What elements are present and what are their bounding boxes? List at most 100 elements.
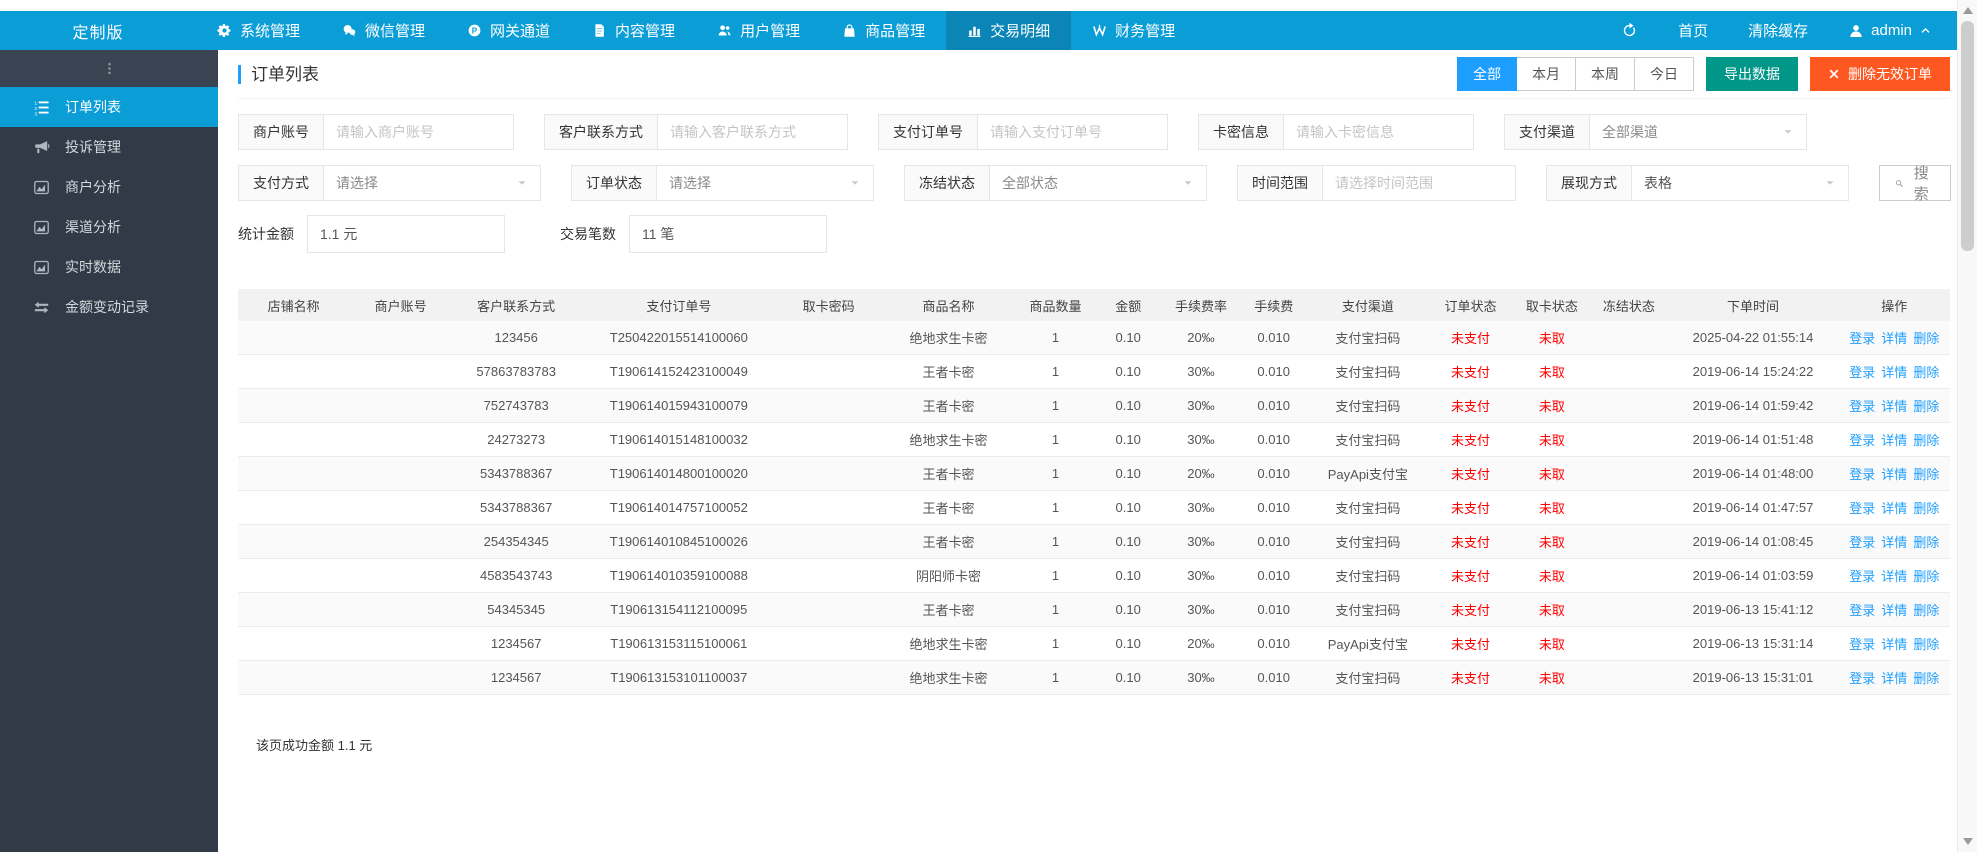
sidebar-item-complaints[interactable]: 投诉管理 (0, 127, 218, 167)
nav-item-label: 网关通道 (490, 23, 551, 40)
login-link[interactable]: 登录 (1849, 569, 1875, 584)
range-all-button[interactable]: 全部 (1457, 57, 1517, 91)
login-link[interactable]: 登录 (1849, 671, 1875, 686)
delete-link[interactable]: 删除 (1913, 433, 1939, 448)
delete-link[interactable]: 删除 (1913, 501, 1939, 516)
freeze-status-select[interactable]: 全部状态 (990, 166, 1206, 200)
login-link[interactable]: 登录 (1849, 433, 1875, 448)
nav-item-system[interactable]: 系统管理 (196, 11, 321, 50)
cell-order-status: 未支付 (1427, 321, 1514, 355)
col-customer-contact: 客户联系方式 (451, 289, 581, 321)
login-link[interactable]: 登录 (1849, 603, 1875, 618)
login-link[interactable]: 登录 (1849, 399, 1875, 414)
nav-item-finance[interactable]: 财务管理 (1071, 11, 1196, 50)
pay-method-select[interactable]: 请选择 (324, 166, 540, 200)
login-link[interactable]: 登录 (1849, 501, 1875, 516)
sidebar-item-channel-analysis[interactable]: 渠道分析 (0, 207, 218, 247)
finance-icon (1092, 23, 1107, 38)
details-link[interactable]: 详情 (1881, 467, 1907, 482)
details-link[interactable]: 详情 (1881, 331, 1907, 346)
cell-store-name (238, 422, 350, 457)
area-chart-icon (33, 179, 50, 196)
clear-cache-link[interactable]: 清除缓存 (1748, 20, 1808, 41)
delete-link[interactable]: 删除 (1913, 671, 1939, 686)
sidebar-item-amount-change-log[interactable]: 金额变动记录 (0, 287, 218, 327)
cell-card-password (777, 456, 880, 491)
home-link[interactable]: 首页 (1678, 20, 1708, 41)
payment-order-no-input[interactable] (978, 115, 1167, 149)
details-link[interactable]: 详情 (1881, 535, 1907, 550)
merchant-account-input[interactable] (324, 115, 513, 149)
details-link[interactable]: 详情 (1881, 671, 1907, 686)
cell-freeze-status (1590, 592, 1668, 627)
scroll-up-arrow[interactable] (1962, 7, 1973, 14)
cell-store-name (238, 592, 350, 627)
delete-invalid-orders-button[interactable]: 删除无效订单 (1810, 57, 1950, 91)
delete-link[interactable]: 删除 (1913, 603, 1939, 618)
cell-actions: 登录 详情 删除 (1838, 490, 1950, 525)
delete-link[interactable]: 删除 (1913, 569, 1939, 584)
search-button[interactable]: 搜 索 (1879, 165, 1952, 203)
range-week-button[interactable]: 本周 (1575, 57, 1635, 91)
sidebar-item-order-list[interactable]: 订单列表 (0, 87, 218, 127)
cell-freeze-status (1590, 321, 1668, 355)
nav-item-wechat[interactable]: 微信管理 (321, 11, 446, 50)
delete-link[interactable]: 删除 (1913, 535, 1939, 550)
sidebar-collapse-handle[interactable] (0, 50, 218, 87)
customer-contact-input[interactable] (658, 115, 847, 149)
cell-product-name: 绝地求生卡密 (879, 660, 1017, 695)
login-link[interactable]: 登录 (1849, 535, 1875, 550)
display-mode-select[interactable]: 表格 (1632, 166, 1848, 200)
nav-item-users[interactable]: 用户管理 (696, 11, 821, 50)
delete-link[interactable]: 删除 (1913, 637, 1939, 652)
export-data-button[interactable]: 导出数据 (1706, 57, 1798, 91)
cell-payment-order-no: T190613153101100037 (580, 660, 778, 695)
range-month-button[interactable]: 本月 (1516, 57, 1576, 91)
user-menu[interactable]: admin (1848, 22, 1932, 39)
cell-card-status: 未取 (1513, 354, 1591, 389)
refresh-icon[interactable] (1621, 22, 1638, 39)
order-status-select[interactable]: 请选择 (657, 166, 873, 200)
cell-card-status: 未取 (1513, 388, 1591, 423)
details-link[interactable]: 详情 (1881, 433, 1907, 448)
cell-actions: 登录 详情 删除 (1838, 592, 1950, 627)
cell-pay-channel: 支付宝扫码 (1307, 422, 1428, 457)
details-link[interactable]: 详情 (1881, 637, 1907, 652)
caret-up-icon (1919, 24, 1932, 37)
details-link[interactable]: 详情 (1881, 501, 1907, 516)
details-link[interactable]: 详情 (1881, 603, 1907, 618)
pay-channel-select[interactable]: 全部渠道 (1590, 115, 1806, 149)
login-link[interactable]: 登录 (1849, 365, 1875, 380)
login-link[interactable]: 登录 (1849, 467, 1875, 482)
details-link[interactable]: 详情 (1881, 365, 1907, 380)
nav-item-content[interactable]: 内容管理 (571, 11, 696, 50)
delete-link[interactable]: 删除 (1913, 399, 1939, 414)
cell-fee: 0.010 (1239, 354, 1308, 389)
range-today-button[interactable]: 今日 (1634, 57, 1694, 91)
login-link[interactable]: 登录 (1849, 331, 1875, 346)
nav-item-gateway[interactable]: 网关通道 (446, 11, 571, 50)
sidebar-item-merchant-analysis[interactable]: 商户分析 (0, 167, 218, 207)
filter-time-range: 时间范围 (1237, 165, 1516, 201)
vertical-scrollbar[interactable] (1957, 0, 1977, 852)
scrollbar-thumb[interactable] (1961, 21, 1974, 251)
delete-link[interactable]: 删除 (1913, 365, 1939, 380)
cell-pay-channel: 支付宝扫码 (1307, 321, 1428, 355)
header-actions: 全部 本月 本周 今日 导出数据 删除无效订单 (1457, 57, 1950, 91)
nav-item-goods[interactable]: 商品管理 (821, 11, 946, 50)
details-link[interactable]: 详情 (1881, 569, 1907, 584)
sidebar-item-realtime-data[interactable]: 实时数据 (0, 247, 218, 287)
card-info-input[interactable] (1284, 115, 1473, 149)
scroll-down-arrow[interactable] (1962, 838, 1973, 845)
delete-link[interactable]: 删除 (1913, 331, 1939, 346)
table-row: 54345345 T190613154112100095 王者卡密 1 0.10… (238, 592, 1950, 627)
time-range-input[interactable] (1323, 166, 1515, 200)
col-merchant-account: 商户账号 (349, 289, 452, 321)
login-link[interactable]: 登录 (1849, 637, 1875, 652)
details-link[interactable]: 详情 (1881, 399, 1907, 414)
cell-product-name: 王者卡密 (879, 456, 1017, 491)
cell-card-status: 未取 (1513, 524, 1591, 559)
delete-link[interactable]: 删除 (1913, 467, 1939, 482)
sidebar-item-label: 商户分析 (65, 179, 121, 195)
nav-item-transactions[interactable]: 交易明细 (946, 11, 1072, 50)
